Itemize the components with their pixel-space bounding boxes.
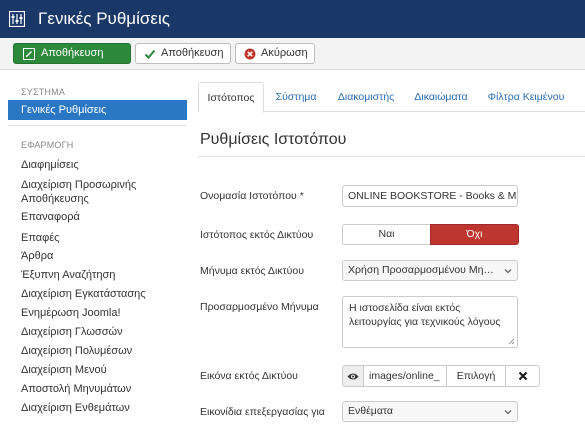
- offline-yes-button[interactable]: Ναι: [342, 224, 430, 245]
- cancel-button[interactable]: Ακύρωση: [235, 43, 315, 64]
- site-name-input[interactable]: ONLINE BOOKSTORE - Books & M: [342, 185, 518, 207]
- page-title: Γενικές Ρυθμίσεις: [38, 9, 170, 28]
- sidebar-item[interactable]: Ενημέρωση Joomla!: [21, 306, 121, 320]
- sidebar-divider: [8, 125, 187, 126]
- sidebar-item[interactable]: Έξυπνη Αναζήτηση: [21, 268, 115, 282]
- tab-text-filters[interactable]: Φίλτρα Κειμένου: [480, 82, 572, 112]
- custom-message-textarea[interactable]: Η ιστοσελίδα είναι εκτός λειτουργίας για…: [342, 296, 518, 348]
- check-icon: [144, 47, 156, 61]
- offline-image-label: Εικόνα εκτός Δικτύου: [200, 370, 298, 382]
- eye-icon: [347, 373, 359, 379]
- offline-message-select[interactable]: Χρήση Προσαρμοσμένου Μη…: [342, 260, 518, 281]
- sidebar-heading-application: ΕΦΑΡΜΟΓΗ: [21, 140, 74, 150]
- custom-message-line: Η ιστοσελίδα είναι εκτός: [349, 302, 461, 314]
- cancel-label: Ακύρωση: [261, 47, 308, 59]
- offline-image-field: images/online_ Επιλογή: [342, 365, 540, 387]
- offline-label: Ιστότοπος εκτός Δικτύου: [200, 229, 314, 241]
- sidebar-item[interactable]: Διαχείριση Πολυμέσων: [21, 344, 132, 358]
- app-header: Γενικές Ρυθμίσεις: [0, 0, 585, 38]
- tab-site[interactable]: Ιστότοπος: [198, 82, 264, 113]
- tab-system[interactable]: Σύστημα: [268, 82, 324, 112]
- sidebar-item[interactable]: Επαναφορά: [21, 210, 80, 224]
- sidebar-item-global-config[interactable]: Γενικές Ρυθμίσεις: [8, 100, 187, 120]
- edit-buttons-select[interactable]: Ενθέματα: [342, 401, 518, 422]
- resize-grip-icon[interactable]: [508, 338, 515, 345]
- tab-bar: Ιστότοπος Σύστημα Διακομιστής Δικαιώματα…: [198, 82, 585, 113]
- save-button[interactable]: Αποθήκευση: [135, 43, 231, 64]
- sidebar-item[interactable]: Διαφημίσεις: [21, 158, 79, 172]
- toolbar: Αποθήκευση Αποθήκευση Ακύρωση: [0, 38, 585, 70]
- sidebar-item[interactable]: Διαχείριση Εγκατάστασης: [21, 287, 146, 301]
- sliders-icon: [9, 11, 25, 27]
- sidebar-item[interactable]: Διαχείριση Μενού: [21, 363, 107, 377]
- edit-icon: [22, 47, 36, 61]
- save-close-label: Αποθήκευση: [41, 47, 104, 59]
- offline-message-value: Χρήση Προσαρμοσμένου Μη…: [348, 264, 494, 276]
- close-icon: [518, 371, 527, 381]
- preview-button[interactable]: [342, 365, 364, 387]
- sidebar-heading-system: ΣΥΣΤΗΜΑ: [21, 87, 66, 97]
- save-close-button[interactable]: Αποθήκευση: [13, 43, 131, 64]
- offline-message-label: Μήνυμα εκτός Δικτύου: [200, 265, 305, 277]
- cancel-icon: [244, 47, 256, 61]
- custom-message-label: Προσαρμοσμένο Μήνυμα: [200, 301, 319, 313]
- sidebar-item[interactable]: Διαχείριση Γλωσσών: [21, 325, 123, 339]
- image-clear-button[interactable]: [505, 365, 540, 387]
- tab-permissions[interactable]: Δικαιώματα: [406, 82, 476, 112]
- section-divider: [198, 156, 585, 157]
- section-title: Ρυθμίσεις Ιστοτόπου: [200, 131, 347, 148]
- sidebar-item[interactable]: Διαχείριση Ενθεμάτων: [21, 401, 130, 415]
- sidebar-item[interactable]: Άρθρα: [21, 249, 53, 263]
- edit-buttons-value: Ενθέματα: [348, 405, 393, 417]
- sidebar-item[interactable]: Επαφές: [21, 231, 59, 245]
- sidebar-item[interactable]: Διαχείριση Προσωρινής Αποθήκευσης: [21, 178, 171, 206]
- chevron-down-icon: [504, 269, 512, 274]
- offline-no-button[interactable]: Όχι: [430, 224, 519, 245]
- image-select-button[interactable]: Επιλογή: [446, 365, 506, 387]
- edit-buttons-label: Εικονίδια επεξεργασίας για: [200, 406, 325, 418]
- custom-message-line: λειτουργίας για τεχνικούς λόγους: [349, 316, 501, 328]
- site-name-label: Ονομασία Ιστοτόπου *: [200, 190, 304, 202]
- sidebar-item[interactable]: Αποστολή Μηνυμάτων: [21, 382, 131, 396]
- chevron-down-icon: [504, 410, 512, 415]
- image-path-input[interactable]: images/online_: [363, 365, 447, 387]
- save-label: Αποθήκευση: [161, 47, 224, 59]
- tab-server[interactable]: Διακομιστής: [328, 82, 404, 112]
